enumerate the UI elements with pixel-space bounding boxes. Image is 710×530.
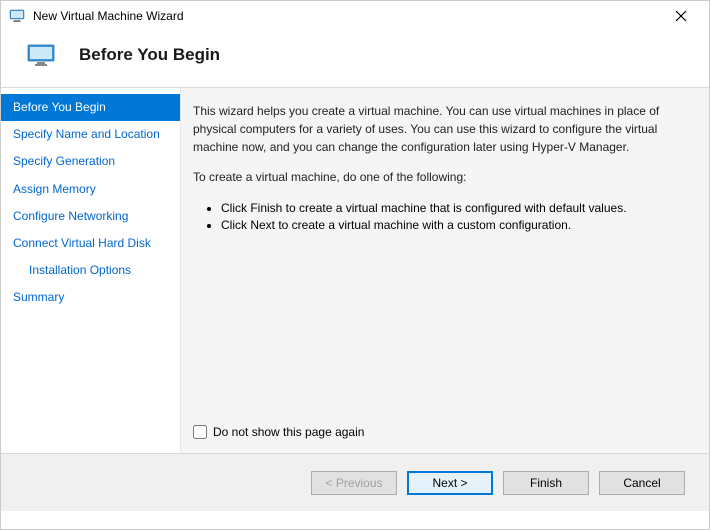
wizard-content: This wizard helps you create a virtual m… xyxy=(181,88,709,453)
intro-text: This wizard helps you create a virtual m… xyxy=(193,102,685,156)
wizard-body: Before You BeginSpecify Name and Locatio… xyxy=(1,88,709,453)
sidebar-item-assign-memory[interactable]: Assign Memory xyxy=(1,176,180,203)
dont-show-label: Do not show this page again xyxy=(213,425,364,439)
wizard-sidebar: Before You BeginSpecify Name and Locatio… xyxy=(1,88,181,453)
close-button[interactable] xyxy=(661,2,701,30)
bullet-list: Click Finish to create a virtual machine… xyxy=(221,200,685,234)
header-icon xyxy=(27,43,55,67)
wizard-header: Before You Begin xyxy=(1,31,709,87)
sidebar-item-connect-virtual-hard-disk[interactable]: Connect Virtual Hard Disk xyxy=(1,230,180,257)
cancel-button[interactable]: Cancel xyxy=(599,471,685,495)
sidebar-item-specify-generation[interactable]: Specify Generation xyxy=(1,148,180,175)
dont-show-checkbox[interactable] xyxy=(193,425,207,439)
wizard-footer: < Previous Next > Finish Cancel xyxy=(1,453,709,511)
bullet-item: Click Next to create a virtual machine w… xyxy=(221,217,685,234)
bullet-item: Click Finish to create a virtual machine… xyxy=(221,200,685,217)
sidebar-item-specify-name-and-location[interactable]: Specify Name and Location xyxy=(1,121,180,148)
titlebar: New Virtual Machine Wizard xyxy=(1,1,709,31)
close-icon xyxy=(675,10,687,22)
sidebar-item-summary[interactable]: Summary xyxy=(1,284,180,311)
app-icon xyxy=(9,8,25,24)
finish-button[interactable]: Finish xyxy=(503,471,589,495)
instruction-text: To create a virtual machine, do one of t… xyxy=(193,168,685,186)
previous-button: < Previous xyxy=(311,471,397,495)
window-title: New Virtual Machine Wizard xyxy=(33,9,661,23)
sidebar-item-configure-networking[interactable]: Configure Networking xyxy=(1,203,180,230)
dont-show-row[interactable]: Do not show this page again xyxy=(193,425,685,439)
page-title: Before You Begin xyxy=(79,45,220,65)
next-button[interactable]: Next > xyxy=(407,471,493,495)
sidebar-item-installation-options[interactable]: Installation Options xyxy=(1,257,180,284)
sidebar-item-before-you-begin[interactable]: Before You Begin xyxy=(1,94,180,121)
